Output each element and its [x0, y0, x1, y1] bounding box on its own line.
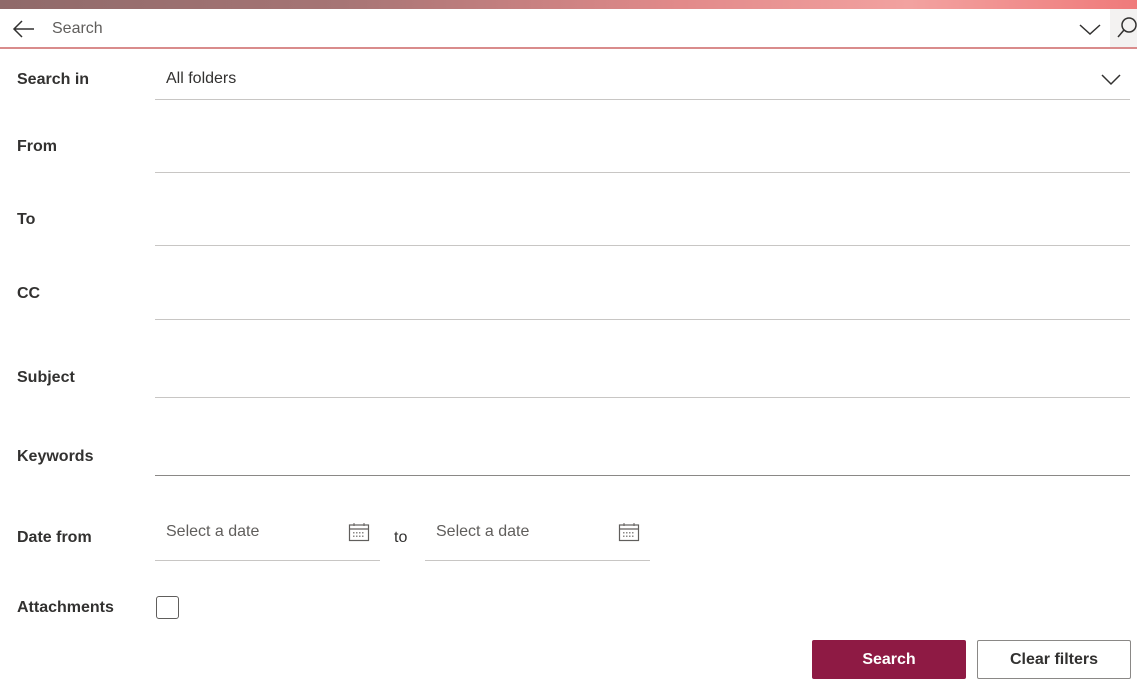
chevron-down-icon[interactable] — [1078, 21, 1102, 37]
subject-label: Subject — [17, 369, 75, 386]
cc-field[interactable] — [155, 277, 1130, 320]
search-bar: Search — [0, 9, 1137, 49]
to-label: To — [17, 211, 36, 228]
from-label: From — [17, 138, 57, 155]
clear-filters-button[interactable]: Clear filters — [977, 640, 1131, 679]
header-banner — [0, 0, 1137, 9]
from-field[interactable] — [155, 130, 1130, 173]
date-from-placeholder: Select a date — [166, 523, 260, 540]
attachments-label: Attachments — [17, 599, 114, 616]
chevron-down-icon — [1100, 72, 1122, 91]
search-in-dropdown[interactable]: All folders — [155, 60, 1130, 100]
date-to-placeholder: Select a date — [436, 523, 530, 540]
search-icon[interactable] — [1110, 9, 1137, 47]
subject-field[interactable] — [155, 355, 1130, 398]
keywords-field[interactable] — [155, 433, 1130, 476]
date-to-picker[interactable]: Select a date — [425, 510, 650, 561]
attachments-checkbox[interactable] — [156, 596, 179, 619]
search-input[interactable]: Search — [52, 20, 103, 38]
calendar-icon[interactable] — [618, 522, 640, 542]
calendar-icon[interactable] — [348, 522, 370, 542]
to-field[interactable] — [155, 204, 1130, 246]
search-button[interactable]: Search — [812, 640, 966, 679]
search-in-label: Search in — [17, 71, 90, 88]
cc-label: CC — [17, 285, 41, 302]
keywords-label: Keywords — [17, 448, 94, 465]
date-separator: to — [394, 529, 408, 546]
back-arrow-icon[interactable] — [12, 19, 36, 39]
search-in-value: All folders — [166, 70, 237, 87]
date-from-label: Date from — [17, 529, 92, 546]
date-from-picker[interactable]: Select a date — [155, 510, 380, 561]
